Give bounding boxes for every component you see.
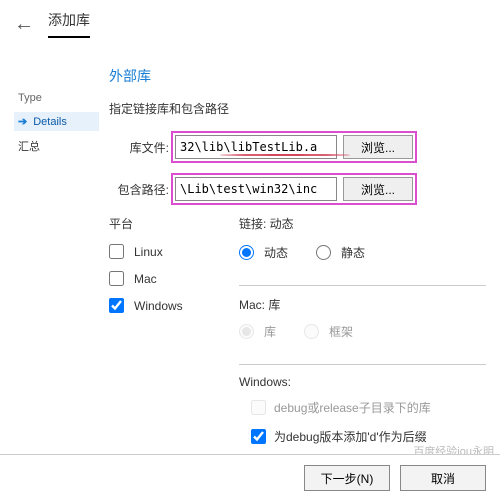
next-button[interactable]: 下一步(N): [304, 465, 390, 491]
platform-linux[interactable]: Linux: [109, 244, 239, 259]
section-title: 外部库: [109, 66, 486, 86]
checkbox-icon[interactable]: [109, 298, 124, 313]
lib-browse-button[interactable]: 浏览...: [343, 135, 413, 159]
sidebar-item-label: Details: [33, 116, 67, 128]
platform-windows[interactable]: Windows: [109, 298, 239, 313]
lib-file-highlight: 浏览...: [171, 131, 417, 163]
mac-lib: 库: [239, 323, 276, 340]
sidebar-item-details[interactable]: ➔ Details: [14, 112, 99, 131]
divider: [239, 285, 486, 286]
footer: 下一步(N) 取消: [0, 454, 500, 501]
include-path-highlight: 浏览...: [171, 173, 417, 205]
checkbox-icon[interactable]: [109, 244, 124, 259]
win-opt-subdir: debug或release子目录下的库: [251, 399, 486, 416]
radio-icon[interactable]: [316, 245, 331, 260]
mac-heading: Mac: 库: [239, 296, 486, 313]
link-heading: 链接: 动态: [239, 215, 486, 232]
mac-framework: 框架: [304, 323, 353, 340]
checkbox-icon[interactable]: [109, 271, 124, 286]
radio-icon: [304, 324, 319, 339]
cancel-button[interactable]: 取消: [400, 465, 486, 491]
arrow-right-icon: ➔: [18, 115, 27, 128]
link-static[interactable]: 静态: [316, 244, 365, 261]
sidebar-heading: Type: [14, 92, 99, 104]
include-path-label: 包含路径:: [109, 181, 169, 198]
lib-file-label: 库文件:: [109, 139, 169, 156]
sidebar-item-summary[interactable]: 汇总: [14, 135, 99, 157]
link-dynamic[interactable]: 动态: [239, 244, 288, 261]
include-browse-button[interactable]: 浏览...: [343, 177, 413, 201]
include-path-input[interactable]: [175, 177, 337, 201]
sidebar: Type ➔ Details 汇总: [14, 52, 99, 486]
radio-icon: [239, 324, 254, 339]
checkbox-icon[interactable]: [251, 429, 266, 444]
annotation-underline: [220, 154, 350, 156]
platform-heading: 平台: [109, 215, 239, 232]
platform-mac[interactable]: Mac: [109, 271, 239, 286]
windows-heading: Windows:: [239, 375, 486, 389]
section-hint: 指定链接库和包含路径: [109, 100, 486, 117]
divider: [239, 364, 486, 365]
back-icon[interactable]: ←: [14, 13, 34, 36]
radio-icon[interactable]: [239, 245, 254, 260]
checkbox-icon: [251, 400, 266, 415]
sidebar-item-label: 汇总: [18, 141, 40, 153]
dialog-title: 添加库: [48, 10, 90, 38]
